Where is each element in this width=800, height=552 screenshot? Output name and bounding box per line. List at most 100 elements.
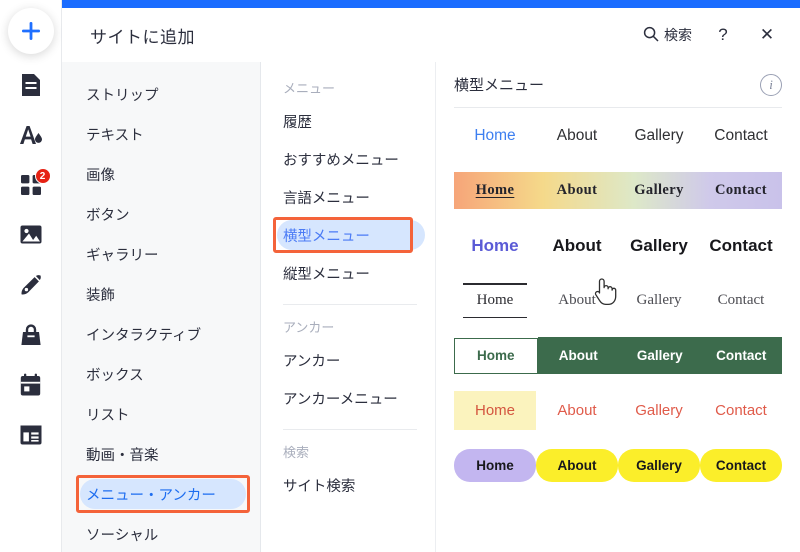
preview-gradient-background: Home About Gallery Contact <box>454 172 782 209</box>
help-button[interactable]: ? <box>710 22 736 48</box>
category-item[interactable]: ソーシャル <box>62 514 260 552</box>
category-item[interactable]: ボタン <box>62 194 260 234</box>
menu-link[interactable]: About <box>536 391 618 430</box>
rail-media[interactable] <box>0 212 62 262</box>
panel-header: サイトに追加 検索 ? ✕ <box>62 8 800 62</box>
menu-link[interactable]: About <box>536 182 618 199</box>
menu-link[interactable]: Home <box>454 391 536 430</box>
preview-row[interactable]: Home About Gallery Contact <box>454 438 782 493</box>
menu-link[interactable]: Contact <box>700 391 782 430</box>
search-button[interactable]: 検索 <box>643 25 692 45</box>
rail-blog[interactable] <box>0 412 62 462</box>
subnav-label: 履歴 <box>282 114 312 131</box>
subnav-item[interactable]: 履歴 <box>261 102 435 140</box>
preview-menu: Home About Gallery Contact <box>454 182 782 199</box>
editor-left-rail: 2 <box>0 0 62 552</box>
rail-theme[interactable] <box>0 112 62 162</box>
menu-link[interactable]: Home <box>454 337 538 374</box>
preview-row[interactable]: Home About Gallery Contact <box>454 383 782 438</box>
preview-row[interactable]: Home About Gallery Contact <box>454 218 782 273</box>
search-icon <box>643 26 659 45</box>
menu-link[interactable]: Contact <box>700 236 782 256</box>
preview-title: 横型メニュー <box>454 77 545 94</box>
menu-link[interactable]: Home <box>454 182 536 199</box>
menu-link[interactable]: About <box>536 449 618 482</box>
subnav-item[interactable]: アンカーメニュー <box>261 379 435 417</box>
subnav-label: おすすめメニュー <box>282 152 399 169</box>
category-item[interactable]: 画像 <box>62 154 260 194</box>
rail-bookings[interactable] <box>0 362 62 412</box>
menu-link[interactable]: Gallery <box>618 182 700 199</box>
preview-row[interactable]: Home About Gallery Contact <box>454 108 782 163</box>
subnav-item[interactable]: 言語メニュー <box>261 178 435 216</box>
menu-link[interactable]: Gallery <box>618 286 700 315</box>
preview-menu: Home About Gallery Contact <box>454 391 782 430</box>
category-item[interactable]: メニュー・アンカー <box>62 474 260 514</box>
menu-link[interactable]: Contact <box>700 127 782 145</box>
subnav-label: 縦型メニュー <box>282 266 370 283</box>
category-item[interactable]: 装飾 <box>62 274 260 314</box>
shopping-bag-icon <box>20 323 42 352</box>
menu-link[interactable]: Home <box>454 286 536 315</box>
menu-link[interactable]: Gallery <box>618 449 700 482</box>
rail-design[interactable] <box>0 262 62 312</box>
add-element-button[interactable] <box>0 0 62 62</box>
theme-text-icon <box>18 123 44 152</box>
category-item[interactable]: リスト <box>62 394 260 434</box>
subnav-divider <box>282 429 417 430</box>
category-label: リスト <box>86 407 130 424</box>
menu-link[interactable]: Contact <box>700 449 782 482</box>
close-button[interactable]: ✕ <box>754 22 780 48</box>
rail-store[interactable] <box>0 312 62 362</box>
info-icon[interactable]: i <box>760 73 782 96</box>
preview-row[interactable]: Home About Gallery Contact <box>454 273 782 328</box>
menu-link[interactable]: Contact <box>700 337 782 374</box>
category-item[interactable]: ギャラリー <box>62 234 260 274</box>
subnav-item[interactable]: おすすめメニュー <box>261 140 435 178</box>
category-item[interactable]: テキスト <box>62 114 260 154</box>
menu-link[interactable]: Home <box>454 127 536 145</box>
subnav-group-title: 検索 <box>282 444 309 460</box>
rail-pages[interactable] <box>0 62 62 112</box>
page-icon <box>20 73 42 102</box>
menu-link[interactable]: About <box>536 127 618 145</box>
subnav-item[interactable]: 横型メニュー <box>261 216 435 254</box>
category-label: メニュー・アンカー <box>86 487 216 504</box>
menu-link[interactable]: Gallery <box>619 337 701 374</box>
preview-menu: Home About Gallery Contact <box>454 337 782 374</box>
preview-header: 横型メニュー i <box>454 62 782 108</box>
header-actions: 検索 ? ✕ <box>643 22 780 48</box>
rail-apps[interactable]: 2 <box>0 162 62 212</box>
preview-row[interactable]: Home About Gallery Contact <box>454 163 782 218</box>
category-list: ストリップ テキスト 画像 ボタン ギャラリー 装飾インタラクティブボックスリスト動画・音… <box>62 62 261 552</box>
preview-column: 横型メニュー i Home About Gallery Contact Home Abou… <box>436 62 800 552</box>
menu-link[interactable]: Gallery <box>618 236 700 256</box>
subnav-item[interactable]: 縦型メニュー <box>261 254 435 292</box>
subnav-divider <box>282 304 417 305</box>
media-image-icon <box>19 224 43 250</box>
menu-link[interactable]: About <box>536 236 618 256</box>
menu-link[interactable]: Home <box>454 236 536 256</box>
plus-icon <box>7 8 54 54</box>
menu-link[interactable]: Contact <box>700 286 782 315</box>
subnav-label: サイト検索 <box>282 478 356 495</box>
category-label: インタラクティブ <box>86 327 202 344</box>
category-item[interactable]: 動画・音楽 <box>62 434 260 474</box>
subnav-item[interactable]: サイト検索 <box>261 466 435 504</box>
subnav-group-title: メニュー <box>282 80 335 96</box>
accent-bar <box>62 0 800 8</box>
category-item[interactable]: インタラクティブ <box>62 314 260 354</box>
menu-link[interactable]: Home <box>454 449 536 482</box>
category-item[interactable]: ボックス <box>62 354 260 394</box>
subnav-item[interactable]: アンカー <box>261 341 435 379</box>
panel-body: ストリップ テキスト 画像 ボタン ギャラリー 装飾インタラクティブボックスリスト動画・音… <box>62 62 800 552</box>
subnav-label: アンカーメニュー <box>282 391 398 408</box>
menu-link[interactable]: Contact <box>700 182 782 199</box>
category-label: 動画・音楽 <box>86 447 159 464</box>
category-item[interactable]: ストリップ <box>62 74 260 114</box>
menu-link[interactable]: Gallery <box>618 127 700 145</box>
menu-link[interactable]: Gallery <box>618 391 700 430</box>
menu-link[interactable]: About <box>537 337 619 374</box>
menu-link[interactable]: About <box>536 286 618 315</box>
preview-row[interactable]: Home About Gallery Contact <box>454 328 782 383</box>
